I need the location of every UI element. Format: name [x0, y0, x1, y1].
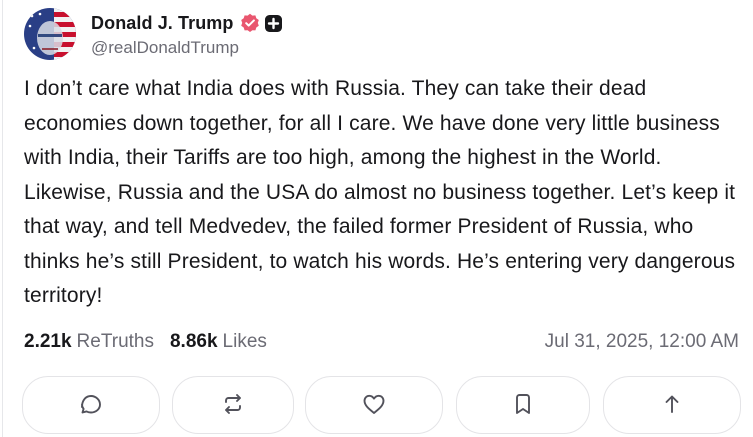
bookmark-icon: [516, 394, 530, 414]
heart-icon: [363, 394, 385, 414]
retruths-count[interactable]: 2.21k: [24, 331, 72, 353]
divider: [2, 0, 3, 437]
avatar-image: [24, 8, 76, 60]
like-button[interactable]: [305, 376, 443, 434]
share-icon: [665, 395, 679, 413]
reply-button[interactable]: [22, 376, 160, 434]
post-card: Donald J. Trump @realDonaldTrump I don’t…: [0, 0, 753, 437]
author-identity: Donald J. Trump @realDonaldTrump: [91, 10, 283, 58]
author-name[interactable]: Donald J. Trump: [91, 13, 234, 34]
retruth-button[interactable]: [172, 376, 294, 434]
post-header: Donald J. Trump @realDonaldTrump: [24, 8, 283, 60]
post-stats: 2.21k ReTruths 8.86k Likes: [24, 331, 267, 353]
avatar[interactable]: [24, 8, 76, 60]
share-button[interactable]: [603, 376, 741, 434]
action-bar: [0, 376, 753, 437]
name-row: Donald J. Trump: [91, 10, 283, 36]
plus-badge-icon: [264, 14, 283, 33]
retruths-label[interactable]: ReTruths: [77, 331, 154, 353]
retruth-icon: [225, 394, 241, 414]
likes-count[interactable]: 8.86k: [170, 331, 218, 353]
likes-label[interactable]: Likes: [223, 331, 267, 353]
reply-icon: [81, 395, 101, 414]
post-timestamp[interactable]: Jul 31, 2025, 12:00 AM: [545, 331, 739, 353]
author-handle[interactable]: @realDonaldTrump: [91, 38, 283, 58]
verified-badge-icon: [240, 13, 260, 33]
bookmark-button[interactable]: [456, 376, 590, 434]
post-text: I don’t care what India does with Russia…: [24, 77, 736, 307]
